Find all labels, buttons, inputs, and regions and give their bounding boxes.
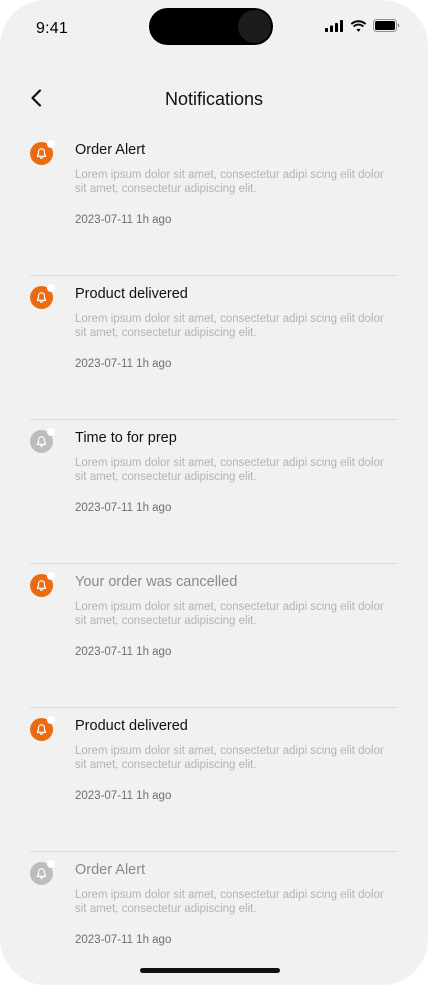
notification-timestamp: 2023-07-11 1h ago <box>75 502 172 514</box>
notification-title: Your order was cancelled <box>75 574 238 590</box>
notification-title: Order Alert <box>75 862 146 878</box>
notification-timestamp: 2023-07-11 1h ago <box>75 934 172 946</box>
notification-item[interactable]: Product delivered Lorem ipsum dolor sit a… <box>30 708 398 852</box>
bell-icon <box>30 572 55 597</box>
notification-timestamp: 2023-07-11 1h ago <box>75 646 172 658</box>
bell-icon <box>30 428 55 453</box>
status-icons <box>325 19 400 32</box>
notification-timestamp: 2023-07-11 1h ago <box>75 358 172 370</box>
wifi-icon <box>350 19 367 32</box>
unread-dot <box>47 140 55 148</box>
notification-list: Order Alert Lorem ipsum dolor sit amet, c… <box>30 132 398 985</box>
status-time: 9:41 <box>36 20 68 37</box>
notification-timestamp: 2023-07-11 1h ago <box>75 214 172 226</box>
notification-item[interactable]: Order Alert Lorem ipsum dolor sit amet, c… <box>30 132 398 276</box>
notification-timestamp: 2023-07-11 1h ago <box>75 790 172 802</box>
dynamic-island <box>149 8 273 45</box>
camera-icon <box>238 10 271 43</box>
notification-title: Product delivered <box>75 286 188 302</box>
unread-dot <box>47 428 55 436</box>
notification-item[interactable]: Time to for prep Lorem ipsum dolor sit am… <box>30 420 398 564</box>
unread-dot <box>47 572 55 580</box>
cellular-signal-icon <box>325 19 344 32</box>
notification-body: Lorem ipsum dolor sit amet, consectetur … <box>75 601 384 627</box>
notification-title: Product delivered <box>75 718 188 734</box>
notification-title: Order Alert <box>75 142 146 158</box>
notification-title: Time to for prep <box>75 430 177 446</box>
notification-body: Lorem ipsum dolor sit amet, consectetur … <box>75 889 384 915</box>
notification-item[interactable]: Order Alert Lorem ipsum dolor sit amet, c… <box>30 852 398 985</box>
bell-icon <box>30 716 55 741</box>
battery-icon <box>373 19 400 32</box>
notification-body: Lorem ipsum dolor sit amet, consectetur … <box>75 313 384 339</box>
bell-icon <box>30 284 55 309</box>
notification-body: Lorem ipsum dolor sit amet, consectetur … <box>75 169 384 195</box>
phone-screen: 9:41 Notifications Order Alert Lorem ips… <box>0 0 428 985</box>
page-title: Notifications <box>164 89 264 109</box>
unread-dot <box>47 284 55 292</box>
notification-item[interactable]: Your order was cancelled Lorem ipsum dolo… <box>30 564 398 708</box>
bell-icon <box>30 140 55 165</box>
unread-dot <box>47 860 55 868</box>
unread-dot <box>47 716 55 724</box>
notification-body: Lorem ipsum dolor sit amet, consectetur … <box>75 457 384 483</box>
home-indicator[interactable] <box>140 968 280 973</box>
notification-item[interactable]: Product delivered Lorem ipsum dolor sit a… <box>30 276 398 420</box>
bell-icon <box>30 860 55 885</box>
notification-body: Lorem ipsum dolor sit amet, consectetur … <box>75 745 384 771</box>
